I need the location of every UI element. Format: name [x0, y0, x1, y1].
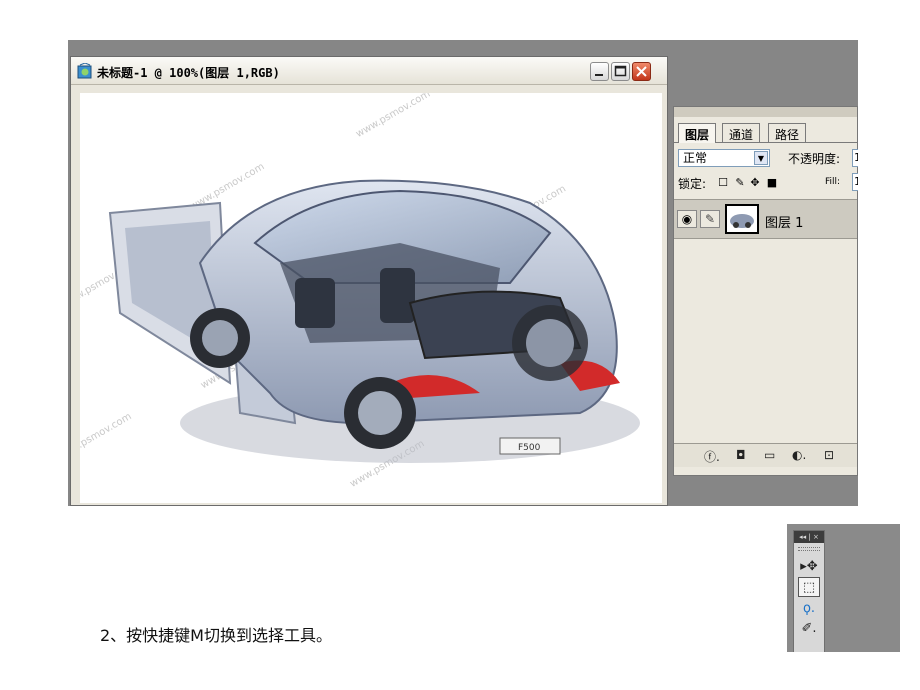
close-button[interactable] [632, 62, 651, 81]
tab-channels[interactable]: 通道 [722, 123, 761, 143]
layer-panel-footer: ⓕ. ◘ ▭ ◐. ⊡ [674, 443, 857, 467]
quick-selection-icon[interactable]: ✐. [798, 619, 820, 639]
layer-thumbnail [725, 204, 759, 234]
tools-panel: ◂◂ | × ▸✥ ⬚ ϙ. ✐. [793, 530, 825, 652]
image-canvas[interactable]: www.psmov.com www.psmov.com www.psmov.co… [80, 93, 662, 503]
move-tool-icon[interactable]: ▸✥ [798, 557, 820, 577]
rectangular-marquee-icon[interactable]: ⬚ [798, 577, 820, 597]
watermark: www.psmov.com [354, 93, 432, 140]
new-layer-icon[interactable]: ⊡ [824, 448, 834, 462]
minimize-icon [595, 74, 603, 76]
panel-titlebar[interactable] [674, 107, 857, 117]
photoshop-screenshot: 未标题-1 @ 100%(图层 1,RGB) www.psmov.com www… [68, 40, 858, 506]
layer-mask-icon[interactable]: ◘ [736, 448, 746, 462]
fill-label: Fill: [825, 177, 841, 187]
fill-input[interactable]: 1 [852, 173, 858, 191]
car-thumbnail-icon [730, 214, 754, 228]
svg-text:F500: F500 [518, 443, 541, 453]
car-cutaway-image: www.psmov.com www.psmov.com www.psmov.co… [80, 93, 640, 490]
tab-paths[interactable]: 路径 [768, 123, 807, 143]
layer-row[interactable]: ◉ ✎ 图层 1 [674, 199, 857, 239]
lock-all-icon[interactable]: ■ [766, 177, 778, 189]
document-window: 未标题-1 @ 100%(图层 1,RGB) www.psmov.com www… [70, 56, 668, 506]
brush-icon[interactable]: ✎ [700, 210, 720, 228]
adjustment-layer-icon[interactable]: ◐. [792, 448, 806, 462]
toolbox-screenshot: ◂◂ | × ▸✥ ⬚ ϙ. ✐. [787, 524, 900, 652]
opacity-label: 不透明度: [788, 152, 841, 166]
lock-transparent-icon[interactable]: ☐ [717, 177, 729, 189]
layers-panel: 图层 通道 路径 正常 ▼ 不透明度: 1 锁定: ☐ ✎ ✥ ■ Fill: … [673, 106, 858, 476]
lasso-icon[interactable]: ϙ. [798, 599, 820, 619]
close-icon [636, 66, 647, 77]
watermark: www.psmov.com [80, 411, 134, 462]
blend-mode-select[interactable]: 正常 ▼ [678, 149, 770, 167]
eye-icon[interactable]: ◉ [677, 210, 697, 228]
panel-grip[interactable] [798, 547, 820, 551]
layer-name: 图层 1 [765, 216, 804, 231]
chevron-down-icon[interactable]: ▼ [754, 151, 768, 165]
photoshop-document-icon [77, 63, 92, 79]
minimize-button[interactable] [590, 62, 609, 81]
maximize-icon [614, 65, 627, 77]
document-title: 未标题-1 @ 100%(图层 1,RGB) [97, 66, 280, 80]
lock-pixels-icon[interactable]: ✎ [734, 177, 746, 189]
layer-list-empty [674, 240, 857, 438]
tab-layers[interactable]: 图层 [678, 123, 717, 143]
new-group-icon[interactable]: ▭ [764, 448, 775, 462]
document-titlebar[interactable]: 未标题-1 @ 100%(图层 1,RGB) [71, 57, 667, 85]
tools-panel-header[interactable]: ◂◂ | × [794, 531, 824, 543]
maximize-button[interactable] [611, 62, 630, 81]
opacity-input[interactable]: 1 [852, 149, 858, 167]
instruction-caption: 2、按快捷键M切换到选择工具。 [100, 626, 332, 645]
layer-style-icon[interactable]: ⓕ. [704, 448, 720, 465]
blend-mode-value: 正常 [683, 151, 708, 165]
lock-label: 锁定: [678, 177, 707, 191]
lock-position-icon[interactable]: ✥ [749, 177, 761, 189]
